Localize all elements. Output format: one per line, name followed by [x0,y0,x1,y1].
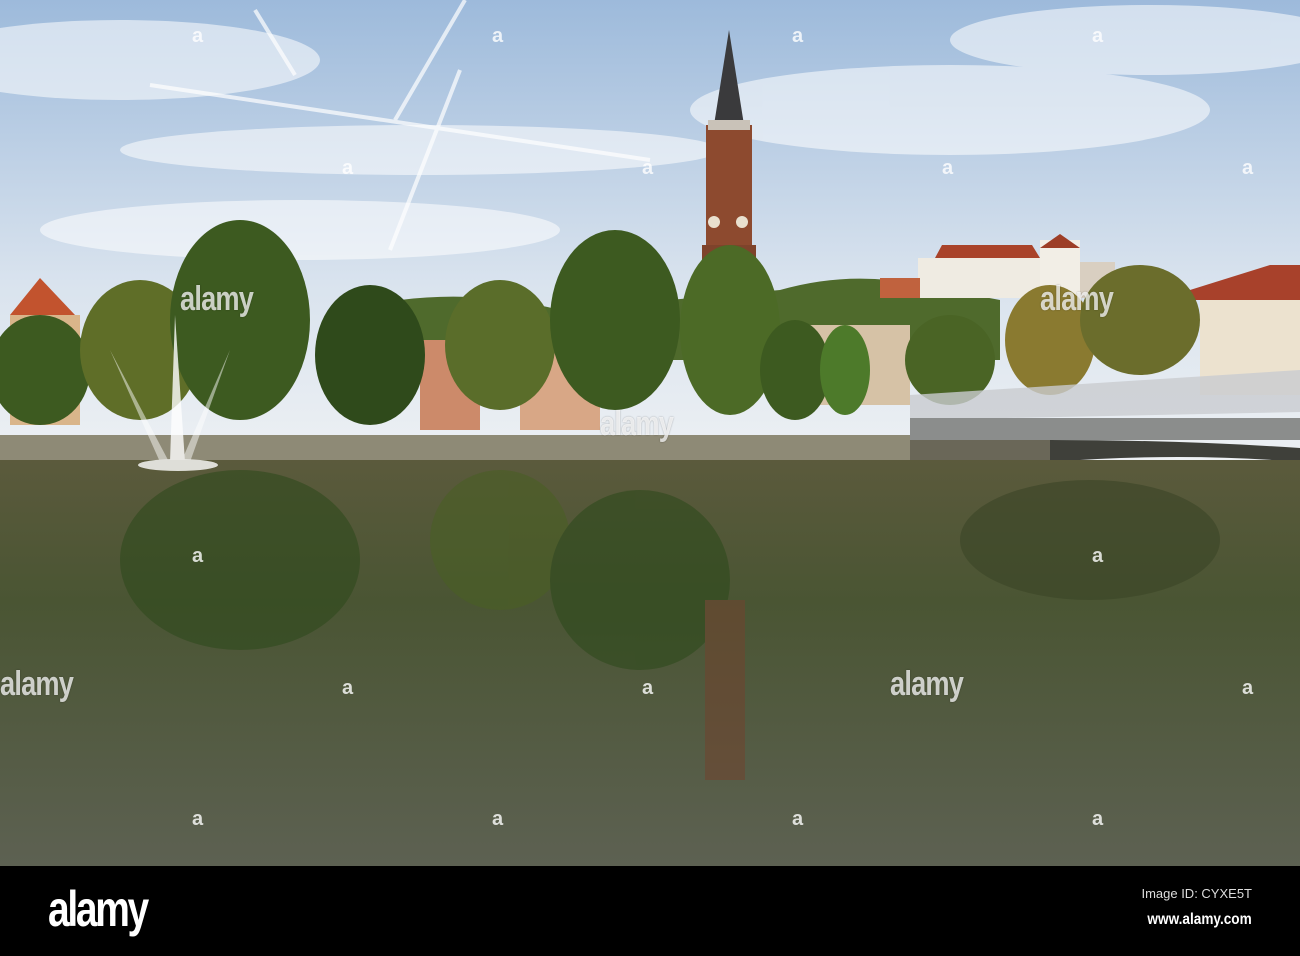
watermark: alamy [180,280,254,318]
stock-photo: alamy alamy alamy alamy alamy a a a a a … [0,0,1300,956]
watermark-mark: a [1242,677,1254,699]
watermark: alamy [890,665,964,703]
watermark-mark: a [1092,808,1104,830]
watermark-mark: a [192,25,204,47]
watermark: alamy [0,665,74,703]
watermark-mark: a [342,677,354,699]
watermark-mark: a [792,808,804,830]
watermark-mark: a [492,25,504,47]
watermark-mark: a [792,25,804,47]
alamy-logo[interactable]: alamy [48,880,149,938]
watermark-mark: a [1092,545,1104,567]
watermark-mark: a [642,677,654,699]
footer-bar: alamy Image ID: CYXE5T www.alamy.com [0,866,1300,956]
watermark-mark: a [942,157,954,179]
embankment [0,435,910,460]
website-link[interactable]: www.alamy.com [1148,911,1252,929]
watermark-mark: a [342,157,354,179]
watermark: alamy [600,405,674,443]
watermark-mark: a [1242,157,1254,179]
watermark-mark: a [492,808,504,830]
watermark: alamy [1040,280,1114,318]
watermark-mark: a [192,808,204,830]
image-id: Image ID: CYXE5T [1141,886,1252,901]
watermark-mark: a [192,545,204,567]
watermark-mark: a [1092,25,1104,47]
watermark-mark: a [642,157,654,179]
